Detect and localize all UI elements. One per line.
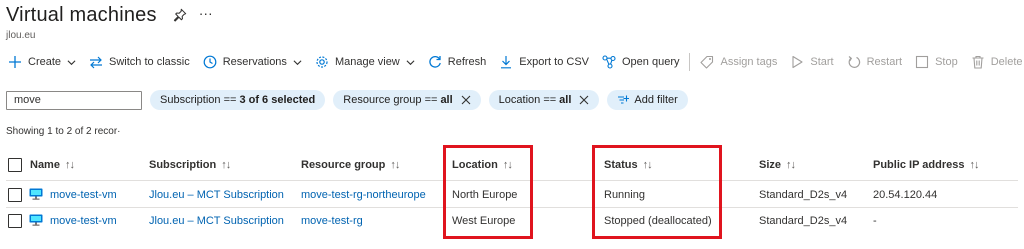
switch-to-classic-button[interactable]: Switch to classic xyxy=(89,51,190,73)
stop-label: Stop xyxy=(935,56,958,68)
page-title: Virtual machines xyxy=(6,3,157,26)
public-ip-cell: 20.54.120.44 xyxy=(873,189,938,201)
assign-tags-label: Assign tags xyxy=(720,56,778,68)
column-subscription-label: Subscription xyxy=(149,159,217,171)
subscription-filter-value: 3 of 6 selected xyxy=(239,94,316,106)
refresh-button[interactable]: Refresh xyxy=(428,51,487,73)
plus-icon xyxy=(9,56,21,68)
search-input[interactable] xyxy=(6,90,142,110)
stop-button[interactable]: Stop xyxy=(915,51,958,73)
refresh-icon xyxy=(429,56,441,68)
open-query-label: Open query xyxy=(622,56,680,68)
column-name-label: Name xyxy=(30,159,60,171)
restart-button[interactable]: Restart xyxy=(847,51,902,73)
assign-tags-button[interactable]: Assign tags xyxy=(700,51,777,73)
page-header: Virtual machines ··· xyxy=(6,2,213,28)
size-cell: Standard_D2s_v4 xyxy=(759,189,848,201)
column-header-size[interactable]: Size ↑↓ xyxy=(759,159,796,171)
create-button[interactable]: Create xyxy=(8,51,76,73)
status-highlight-box xyxy=(592,145,722,239)
close-icon[interactable] xyxy=(461,95,471,105)
location-highlight-box xyxy=(443,145,533,239)
resource-group-filter-prefix: Resource group == xyxy=(343,94,438,106)
delete-label: Delete xyxy=(990,56,1023,68)
vm-icon xyxy=(29,188,43,200)
resource-group-filter-pill[interactable]: Resource group == all xyxy=(333,90,481,110)
restart-label: Restart xyxy=(866,56,903,68)
subscription-filter-prefix: Subscription == xyxy=(160,94,237,106)
more-options-icon[interactable]: ··· xyxy=(199,6,213,20)
manage-view-button[interactable]: Manage view xyxy=(315,51,415,73)
row-checkbox[interactable] xyxy=(8,214,22,228)
subscription-link[interactable]: Jlou.eu – MCT Subscription xyxy=(149,215,284,227)
manage-view-label: Manage view xyxy=(334,56,400,68)
download-icon xyxy=(501,56,512,69)
export-csv-button[interactable]: Export to CSV xyxy=(499,51,589,73)
chevron-down-icon xyxy=(67,59,76,65)
vm-name-link[interactable]: move-test-vm xyxy=(50,215,117,227)
chevron-down-icon xyxy=(293,59,302,65)
gear-icon xyxy=(316,56,328,68)
subscription-filter-pill[interactable]: Subscription == 3 of 6 selected xyxy=(150,90,326,110)
column-header-public-ip[interactable]: Public IP address ↑↓ xyxy=(873,159,980,171)
switch-icon xyxy=(90,56,103,69)
sort-icon[interactable]: ↑↓ xyxy=(390,159,400,171)
resource-group-link[interactable]: move-test-rg xyxy=(301,215,363,227)
filter-bar: Subscription == 3 of 6 selected Resource… xyxy=(6,90,688,110)
location-filter-value: all xyxy=(559,94,572,106)
close-icon[interactable] xyxy=(579,95,589,105)
sort-icon[interactable]: ↑↓ xyxy=(65,159,75,171)
subscription-link[interactable]: Jlou.eu – MCT Subscription xyxy=(149,189,284,201)
tag-icon xyxy=(700,55,714,69)
delete-button[interactable]: Delete xyxy=(971,51,1023,73)
resource-group-filter-value: all xyxy=(440,94,453,106)
start-button[interactable]: Start xyxy=(790,51,834,73)
create-label: Create xyxy=(28,56,62,68)
start-label: Start xyxy=(810,56,834,68)
column-size-label: Size xyxy=(759,159,782,171)
vm-name-link[interactable]: move-test-vm xyxy=(50,189,117,201)
column-header-name[interactable]: Name ↑↓ xyxy=(30,159,75,171)
column-header-resource-group[interactable]: Resource group ↑↓ xyxy=(301,159,400,171)
restart-icon xyxy=(848,56,860,68)
reservations-label: Reservations xyxy=(222,56,287,68)
location-filter-prefix: Location == xyxy=(498,94,557,106)
switch-to-classic-label: Switch to classic xyxy=(109,56,190,68)
trash-icon xyxy=(972,55,984,69)
public-ip-cell: - xyxy=(873,215,877,227)
column-public-ip-label: Public IP address xyxy=(873,159,965,171)
row-checkbox[interactable] xyxy=(8,188,22,202)
stop-icon xyxy=(916,55,929,69)
open-query-button[interactable]: Open query xyxy=(602,51,679,73)
resource-group-link[interactable]: move-test-rg-northeurope xyxy=(301,189,426,201)
add-filter-label: Add filter xyxy=(634,94,678,106)
vm-icon xyxy=(29,214,43,226)
clock-icon xyxy=(203,55,217,69)
column-header-subscription[interactable]: Subscription ↑↓ xyxy=(149,159,231,171)
results-count: Showing 1 to 2 of 2 recor· xyxy=(6,126,121,137)
command-bar: Create Switch to classic Reservations Ma… xyxy=(8,51,1024,73)
chevron-down-icon xyxy=(406,59,415,65)
add-filter-button[interactable]: Add filter xyxy=(607,90,688,110)
add-filter-icon xyxy=(618,95,630,104)
size-cell: Standard_D2s_v4 xyxy=(759,215,848,227)
export-csv-label: Export to CSV xyxy=(519,56,589,68)
pin-icon[interactable] xyxy=(173,8,187,22)
sort-icon[interactable]: ↑↓ xyxy=(786,159,796,171)
directory-name: jlou.eu xyxy=(6,30,36,41)
sort-icon[interactable]: ↑↓ xyxy=(221,159,231,171)
reservations-button[interactable]: Reservations xyxy=(203,51,302,73)
play-icon xyxy=(792,55,803,69)
select-all-checkbox[interactable] xyxy=(8,158,22,172)
query-icon xyxy=(602,55,616,69)
refresh-label: Refresh xyxy=(447,56,487,68)
toolbar-divider xyxy=(689,53,691,71)
location-filter-pill[interactable]: Location == all xyxy=(488,90,600,110)
column-resource-group-label: Resource group xyxy=(301,159,386,171)
sort-icon[interactable]: ↑↓ xyxy=(970,159,980,171)
